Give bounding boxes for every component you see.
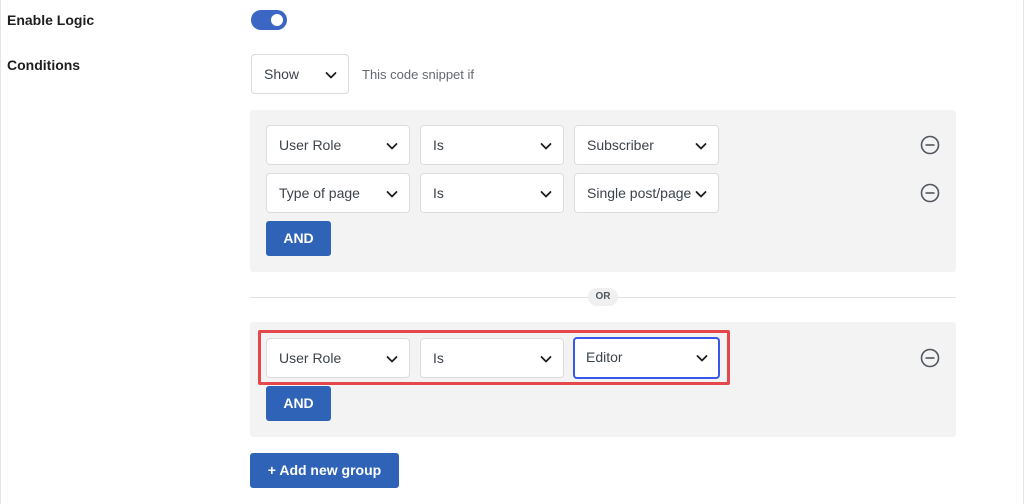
rule-value-select[interactable]: Editor: [573, 337, 720, 379]
and-button[interactable]: AND: [266, 386, 331, 421]
conditions-label: Conditions: [7, 57, 81, 73]
conditions-hint: This code snippet if: [362, 67, 475, 82]
chevron-down-icon: [539, 352, 553, 366]
rule-field-value: User Role: [279, 137, 342, 153]
rule-field-select[interactable]: User Role: [266, 338, 410, 378]
chevron-down-icon: [694, 139, 708, 153]
chevron-down-icon: [539, 187, 553, 201]
chevron-down-icon: [385, 139, 399, 153]
chevron-down-icon: [385, 187, 399, 201]
rule-value-select[interactable]: Single post/page: [574, 173, 719, 213]
chevron-down-icon: [694, 187, 708, 201]
remove-rule-icon[interactable]: [920, 183, 940, 203]
rule-value-value: Subscriber: [587, 137, 654, 153]
rule-field-value: User Role: [279, 350, 342, 366]
rule-operator-value: Is: [433, 137, 444, 153]
chevron-down-icon: [324, 68, 338, 82]
rule-value-select[interactable]: Subscriber: [574, 125, 719, 165]
rule-operator-select[interactable]: Is: [420, 173, 564, 213]
settings-panel: Enable Logic Conditions Show This code s…: [0, 0, 1024, 504]
rule-value-value: Editor: [586, 349, 623, 365]
chevron-down-icon: [695, 351, 709, 365]
chevron-down-icon: [539, 139, 553, 153]
enable-logic-toggle[interactable]: [251, 10, 287, 30]
rule-operator-value: Is: [433, 185, 444, 201]
rule-operator-value: Is: [433, 350, 444, 366]
or-badge: OR: [588, 288, 618, 306]
visibility-select-value: Show: [264, 66, 300, 82]
chevron-down-icon: [385, 352, 399, 366]
add-new-group-button[interactable]: + Add new group: [250, 453, 399, 488]
remove-rule-icon[interactable]: [920, 135, 940, 155]
rule-operator-select[interactable]: Is: [420, 338, 564, 378]
rule-field-select[interactable]: User Role: [266, 125, 410, 165]
visibility-select[interactable]: Show: [251, 54, 349, 94]
toggle-knob: [271, 14, 283, 26]
and-button[interactable]: AND: [266, 221, 331, 256]
remove-rule-icon[interactable]: [920, 348, 940, 368]
rule-value-value: Single post/page: [587, 185, 692, 201]
enable-logic-label: Enable Logic: [7, 12, 95, 28]
rule-field-value: Type of page: [279, 185, 360, 201]
rule-field-select[interactable]: Type of page: [266, 173, 410, 213]
rule-operator-select[interactable]: Is: [420, 125, 564, 165]
